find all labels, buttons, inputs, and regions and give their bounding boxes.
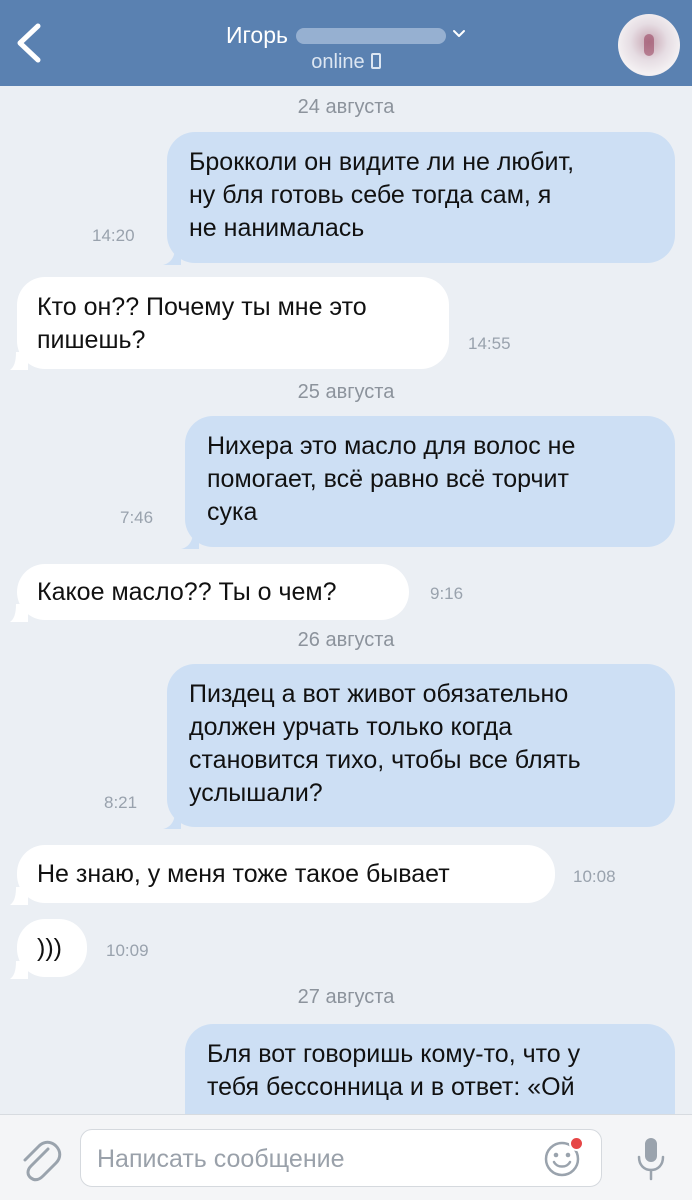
message-input[interactable]	[95, 1138, 529, 1180]
bubble-tail	[181, 531, 199, 549]
voice-message-button[interactable]	[634, 1135, 668, 1183]
date-separator: 25 августа	[297, 381, 395, 403]
message-bubble-incoming[interactable]: Не знаю, у меня тоже такое бывает	[17, 845, 555, 903]
message-bubble-incoming[interactable]: Кто он?? Почему ты мне это пишешь?	[17, 277, 449, 369]
message-line: должен урчать только когда	[189, 713, 513, 741]
blurred-surname	[295, 28, 446, 44]
message-line: становится тихо, чтобы все блять	[189, 746, 581, 774]
message-line: тебя бессонница и в ответ: «Ой	[207, 1073, 575, 1101]
bubble-tail	[10, 961, 28, 979]
message-input-container[interactable]	[80, 1129, 602, 1187]
message-composer	[0, 1114, 692, 1200]
message-line: сука	[207, 498, 258, 526]
message-time: 10:09	[106, 941, 149, 960]
message-line: услышали?	[189, 779, 323, 807]
avatar[interactable]	[618, 14, 680, 76]
chevron-left-icon	[17, 23, 41, 63]
message-time: 8:21	[104, 793, 138, 812]
back-button[interactable]	[8, 18, 52, 68]
message-time: 10:08	[573, 867, 616, 886]
contact-name-row[interactable]: Игорь	[226, 16, 466, 48]
message-line: Нихера это масло для волос не	[207, 432, 576, 460]
presence-status: online	[150, 50, 542, 74]
message-line: не нанималась	[189, 214, 365, 242]
message-line: Какое масло?? Ты о чем?	[37, 578, 337, 606]
bubble-tail	[163, 247, 181, 265]
message-time: 7:46	[120, 508, 154, 527]
date-separator: 24 августа	[297, 96, 395, 118]
message-bubble-outgoing[interactable]: Нихера это масло для волос не помогает, …	[185, 416, 675, 547]
message-line: )))	[37, 934, 62, 962]
bubble-tail	[10, 887, 28, 905]
bubble-tail	[10, 352, 28, 370]
bubble-tail	[10, 604, 28, 622]
chat-header: Игорь online	[0, 0, 692, 86]
message-line: пишешь?	[37, 326, 146, 354]
date-separator: 27 августа	[297, 986, 395, 1008]
message-line: Кто он?? Почему ты мне это	[37, 293, 367, 321]
message-line: ну бля готовь себе тогда сам, я	[189, 181, 552, 209]
notification-dot	[569, 1136, 584, 1151]
message-line: Не знаю, у меня тоже такое бывает	[37, 860, 450, 888]
message-bubble-outgoing[interactable]: Брокколи он видите ли не любит, ну бля г…	[167, 132, 675, 263]
message-line: Брокколи он видите ли не любит,	[189, 148, 575, 176]
message-time: 9:16	[430, 584, 464, 603]
message-time: 14:20	[92, 226, 135, 245]
attach-button[interactable]	[16, 1135, 62, 1183]
message-bubble-incoming[interactable]: Какое масло?? Ты о чем?	[17, 564, 409, 620]
emoji-button[interactable]	[543, 1136, 584, 1178]
message-bubble-outgoing[interactable]: Пиздец а вот живот обязательно должен ур…	[167, 664, 675, 827]
phone-icon	[370, 53, 381, 69]
message-line: помогает, всё равно всё торчит	[207, 465, 569, 493]
paperclip-icon	[23, 1140, 62, 1182]
message-line: Бля вот говоришь кому-то, что у	[207, 1040, 581, 1068]
contact-name: Игорь	[226, 22, 288, 48]
status-text: online	[311, 51, 365, 73]
message-line: Пиздец а вот живот обязательно	[189, 680, 569, 708]
microphone-icon	[637, 1138, 665, 1181]
date-separator: 26 августа	[297, 629, 395, 651]
chat-title-area[interactable]: Игорь online	[150, 16, 542, 74]
message-time: 14:55	[468, 334, 511, 353]
bubble-tail	[163, 811, 181, 829]
chevron-down-icon	[452, 16, 466, 46]
